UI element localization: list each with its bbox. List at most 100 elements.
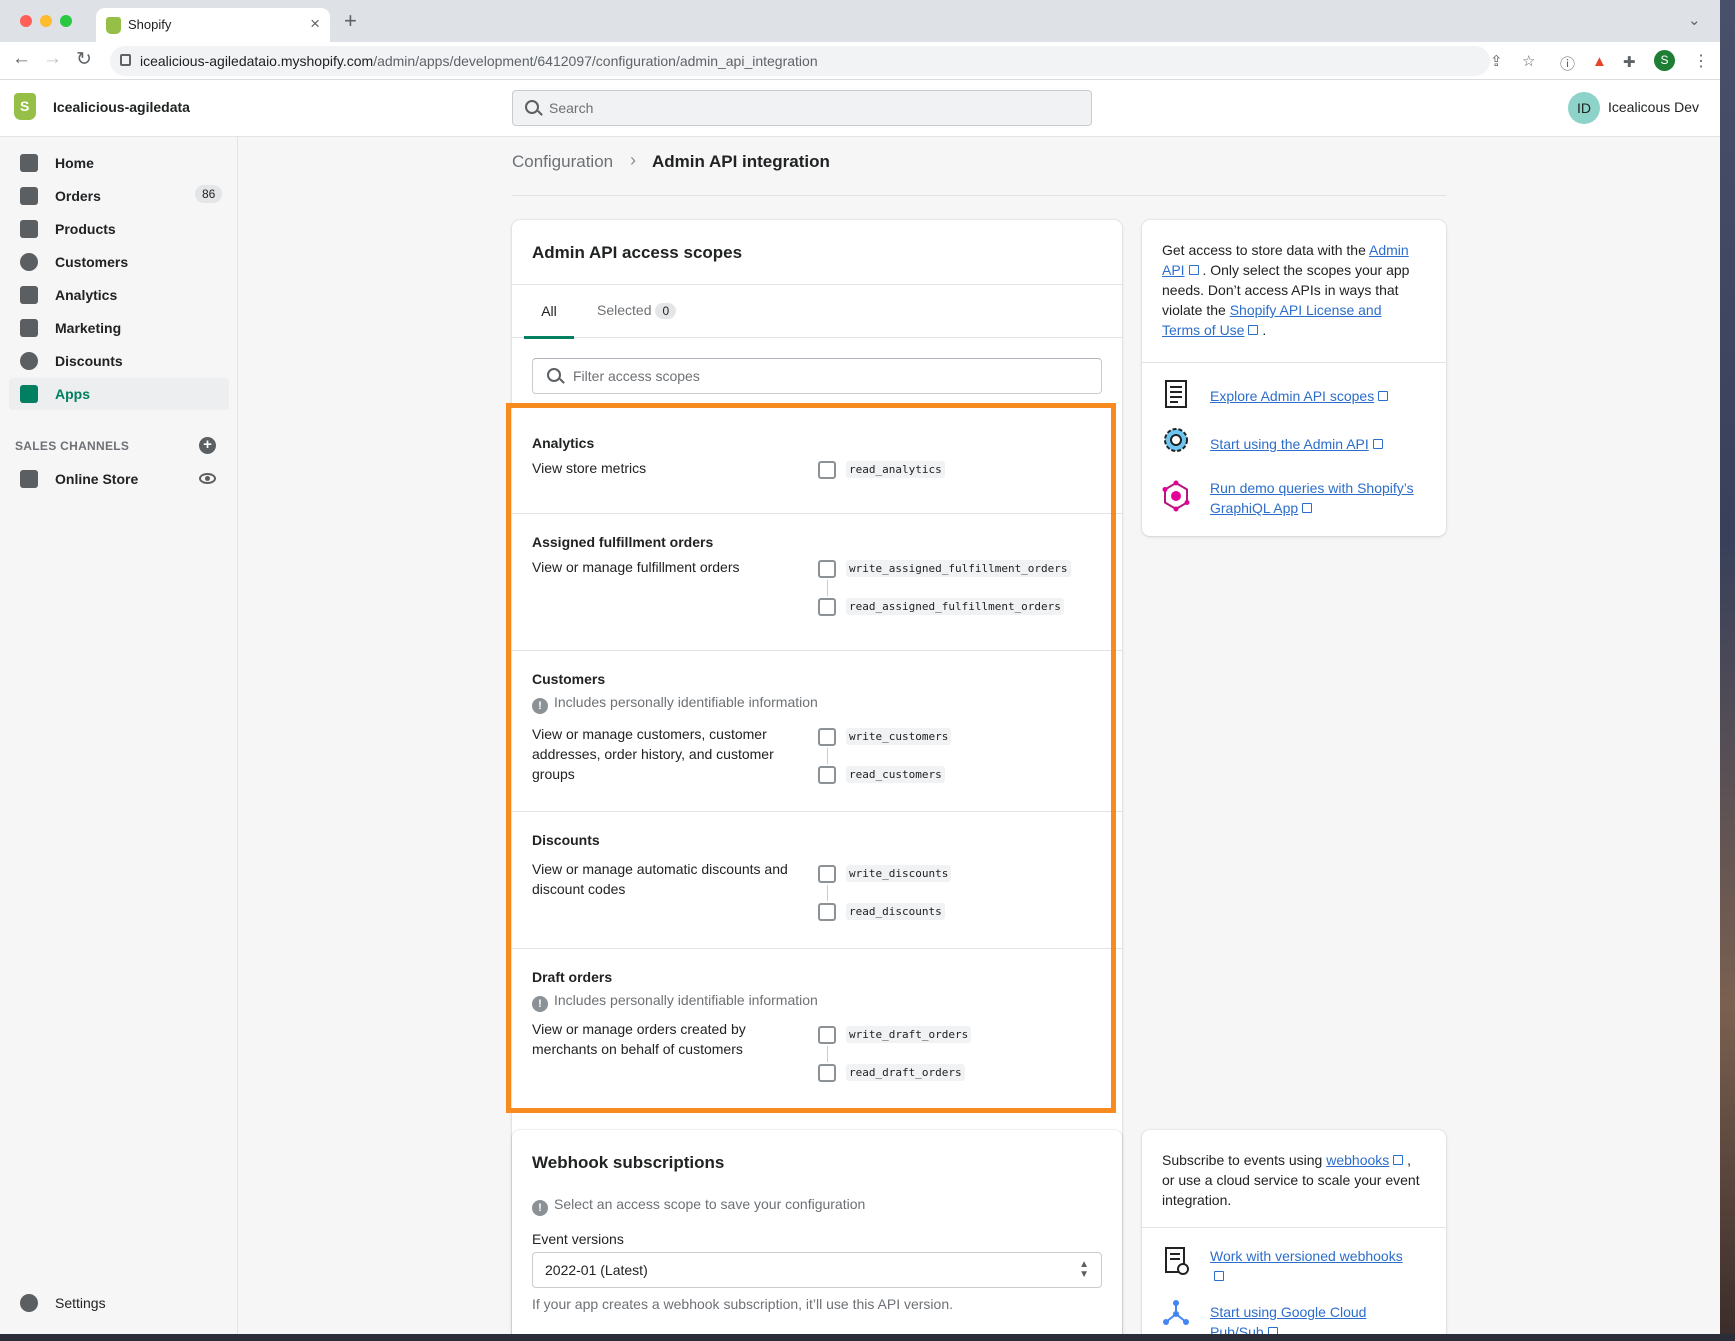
- back-icon[interactable]: ←: [12, 48, 31, 70]
- sidebar-item-label: Online Store: [55, 471, 139, 487]
- maximize-window-button[interactable]: [60, 15, 72, 27]
- tag-icon: [20, 220, 38, 238]
- tab-strip: Shopify × + ⌄: [0, 0, 1720, 42]
- tab-all[interactable]: All: [524, 285, 574, 339]
- share-icon[interactable]: ⇪: [1490, 52, 1503, 70]
- info-icon: !: [532, 996, 548, 1012]
- event-version-value: 2022-01 (Latest): [545, 1262, 648, 1278]
- sidebar-item-label: Orders: [55, 188, 101, 204]
- scope-checkbox[interactable]: [818, 461, 836, 479]
- person-icon: [20, 253, 38, 271]
- event-version-select[interactable]: 2022-01 (Latest) ▲ ▼: [532, 1252, 1102, 1288]
- shopify-topbar: Icealicious-agiledata Search ID Icealico…: [0, 80, 1720, 137]
- sidebar-item-label: Analytics: [55, 287, 118, 303]
- extension-icon[interactable]: ▲: [1592, 53, 1607, 70]
- breadcrumb-chevron-icon: ›: [630, 150, 636, 170]
- scope-checkbox[interactable]: [818, 865, 836, 883]
- sidebar: Home Orders 86 Products Customers Analyt…: [0, 137, 238, 1334]
- scope-connector: [827, 580, 828, 596]
- section-description: View or manage automatic discounts and d…: [532, 861, 788, 897]
- work-with-versioned-webhooks-link[interactable]: Work with versioned webhooks: [1210, 1248, 1403, 1284]
- scope-checkbox[interactable]: [818, 766, 836, 784]
- external-link-icon: [1214, 1271, 1224, 1281]
- external-link-icon: [1393, 1155, 1404, 1165]
- new-tab-icon[interactable]: +: [344, 8, 357, 34]
- webhook-note: ! Select an access scope to save your con…: [532, 1196, 865, 1216]
- scope-section-draft-orders: Draft orders ! Includes personally identi…: [512, 948, 1122, 1113]
- user-avatar[interactable]: ID: [1568, 92, 1600, 124]
- webhook-info-text: Subscribe to events using webhooks , or …: [1162, 1152, 1420, 1208]
- orders-icon: [20, 187, 38, 205]
- event-versions-label: Event versions: [532, 1231, 624, 1247]
- scope-checkbox[interactable]: [818, 560, 836, 578]
- page-title: Admin API integration: [652, 152, 830, 171]
- sidebar-item-home[interactable]: Home: [9, 147, 229, 179]
- browser-window: Shopify × + ⌄ ← → ↻ icealicious-agiledat…: [0, 0, 1720, 1334]
- sidebar-item-label: Settings: [55, 1295, 106, 1311]
- scope-checkbox[interactable]: [818, 1064, 836, 1082]
- scope-tabs: All Selected 0: [512, 284, 1122, 339]
- tab-search-chevron-icon[interactable]: ⌄: [1688, 11, 1701, 29]
- sidebar-item-apps[interactable]: Apps: [9, 378, 229, 410]
- browser-menu-icon[interactable]: ⋮: [1693, 51, 1709, 71]
- breadcrumb-configuration[interactable]: Configuration: [512, 152, 613, 172]
- start-using-admin-api-link[interactable]: Start using the Admin API: [1210, 434, 1383, 454]
- access-scopes-title: Admin API access scopes: [532, 243, 743, 262]
- scope-connector: [827, 748, 828, 764]
- sidebar-item-products[interactable]: Products: [9, 213, 229, 245]
- start-using-google-cloud-pubsub-link[interactable]: Start using Google Cloud Pub/Sub: [1210, 1304, 1366, 1334]
- discount-icon: [20, 352, 38, 370]
- address-bar[interactable]: icealicious-agiledataio.myshopify.com/ad…: [110, 46, 1535, 76]
- webhooks-link[interactable]: webhooks: [1326, 1152, 1404, 1168]
- pubsub-icon: [1163, 1300, 1189, 1325]
- sidebar-item-settings[interactable]: Settings: [9, 1287, 229, 1319]
- reload-icon[interactable]: ↻: [76, 48, 92, 71]
- minimize-window-button[interactable]: [40, 15, 52, 27]
- store-name[interactable]: Icealicious-agiledata: [53, 99, 190, 115]
- explore-admin-api-scopes-link[interactable]: Explore Admin API scopes: [1210, 386, 1389, 406]
- webhook-subscriptions-title: Webhook subscriptions: [532, 1153, 725, 1172]
- scope-code: read_analytics: [846, 461, 945, 478]
- browser-profile-avatar[interactable]: S: [1654, 50, 1675, 71]
- sidebar-item-label: Customers: [55, 254, 129, 270]
- scope-checkbox[interactable]: [818, 728, 836, 746]
- shopify-logo-icon[interactable]: [14, 93, 36, 120]
- password-extension-icon[interactable]: ⓘ: [1560, 53, 1575, 74]
- versioned-document-icon: [1165, 1247, 1189, 1275]
- tab-selected[interactable]: Selected 0: [597, 302, 677, 319]
- sidebar-item-analytics[interactable]: Analytics: [9, 279, 229, 311]
- scope-connector: [827, 885, 828, 901]
- external-link-icon: [1267, 1327, 1278, 1334]
- gear-icon: [20, 1294, 38, 1312]
- selected-count-badge: 0: [655, 303, 677, 319]
- search-input[interactable]: Search: [512, 90, 1092, 126]
- sidebar-item-customers[interactable]: Customers: [9, 246, 229, 278]
- divider: [1142, 1227, 1446, 1228]
- scope-checkbox[interactable]: [818, 1026, 836, 1044]
- add-sales-channel-icon[interactable]: +: [199, 437, 216, 454]
- scope-checkbox[interactable]: [818, 598, 836, 616]
- close-window-button[interactable]: [20, 15, 32, 27]
- info-icon: !: [532, 698, 548, 714]
- bar-chart-icon: [20, 286, 38, 304]
- run-demo-queries-link[interactable]: Run demo queries with Shopify’s GraphiQL…: [1210, 480, 1414, 516]
- section-description: View or manage fulfillment orders: [532, 559, 740, 575]
- puzzle-extensions-icon[interactable]: ✚: [1623, 53, 1636, 71]
- sidebar-item-online-store[interactable]: Online Store: [9, 463, 229, 495]
- bookmark-star-icon[interactable]: ☆: [1522, 52, 1535, 70]
- filter-scopes-input[interactable]: Filter access scopes: [532, 358, 1102, 394]
- lock-icon: [120, 54, 131, 66]
- sidebar-item-label: Apps: [55, 386, 90, 402]
- sidebar-item-marketing[interactable]: Marketing: [9, 312, 229, 344]
- scope-code: read_draft_orders: [846, 1064, 965, 1081]
- close-tab-icon[interactable]: ×: [310, 14, 320, 34]
- browser-tab[interactable]: Shopify ×: [96, 8, 330, 42]
- section-title: Analytics: [532, 435, 595, 451]
- sidebar-item-orders[interactable]: Orders 86: [9, 180, 229, 212]
- admin-api-info-card: Get access to store data with the Admin …: [1142, 220, 1446, 536]
- user-name[interactable]: Icealicous Dev: [1608, 99, 1699, 115]
- forward-icon[interactable]: →: [43, 48, 62, 70]
- scope-checkbox[interactable]: [818, 903, 836, 921]
- sidebar-item-discounts[interactable]: Discounts: [9, 345, 229, 377]
- view-store-eye-icon[interactable]: [199, 473, 216, 484]
